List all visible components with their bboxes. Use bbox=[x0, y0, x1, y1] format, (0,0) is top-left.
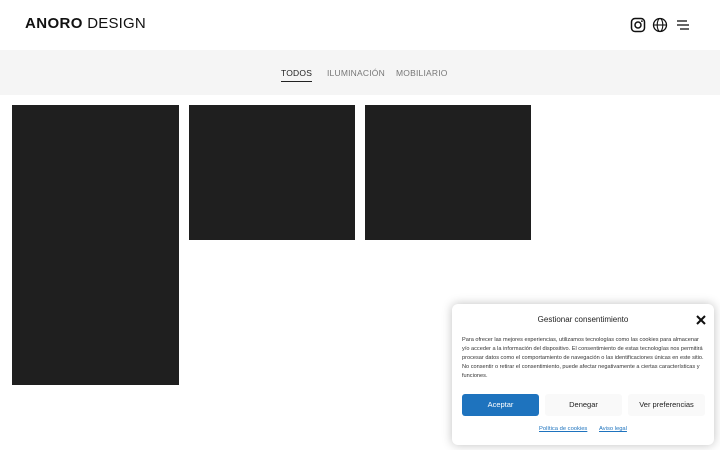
tab-mobiliario[interactable]: MOBILIARIO bbox=[396, 68, 448, 78]
legal-notice-link[interactable]: Aviso legal bbox=[599, 426, 627, 432]
menu-icon[interactable] bbox=[675, 17, 691, 33]
gallery-item[interactable] bbox=[365, 105, 531, 240]
gallery-item[interactable] bbox=[12, 105, 179, 385]
view-preferences-button[interactable]: Ver preferencias bbox=[628, 394, 705, 416]
globe-icon[interactable] bbox=[652, 17, 668, 33]
category-filter-bar: TODOS ILUMINACIÓN MOBILIARIO bbox=[0, 50, 720, 95]
close-icon[interactable] bbox=[695, 314, 707, 326]
deny-button[interactable]: Denegar bbox=[545, 394, 622, 416]
accept-button[interactable]: Aceptar bbox=[462, 394, 539, 416]
gallery-item[interactable] bbox=[189, 105, 355, 240]
cookie-policy-link[interactable]: Política de cookies bbox=[539, 426, 587, 432]
cookie-consent-dialog: Gestionar consentimiento Para ofrecer la… bbox=[452, 304, 714, 445]
consent-text: Para ofrecer las mejores experiencias, u… bbox=[462, 337, 704, 379]
logo-brand: ANORO bbox=[25, 15, 83, 32]
site-logo[interactable]: ANORO DESIGN bbox=[25, 15, 146, 32]
consent-title: Gestionar consentimiento bbox=[537, 315, 629, 324]
logo-suffix: DESIGN bbox=[87, 15, 146, 32]
site-header: ANORO DESIGN bbox=[0, 0, 720, 50]
instagram-icon[interactable] bbox=[630, 17, 646, 33]
tab-todos[interactable]: TODOS bbox=[281, 68, 313, 82]
tab-iluminacion[interactable]: ILUMINACIÓN bbox=[327, 68, 385, 78]
